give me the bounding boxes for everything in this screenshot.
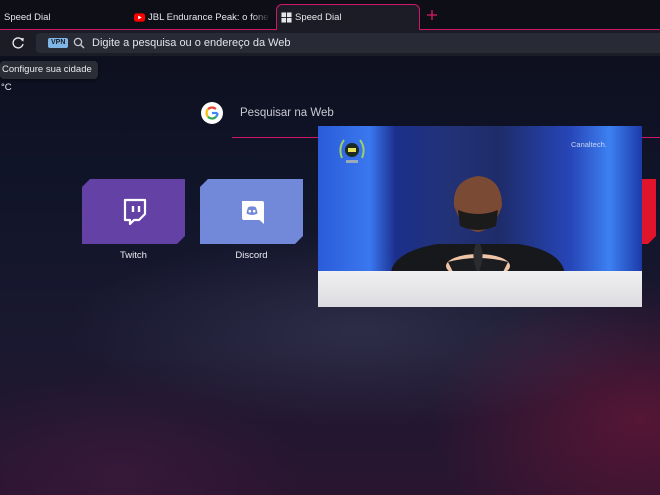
- tab-jbl-video[interactable]: JBL Endurance Peak: o fone de: [134, 4, 270, 30]
- address-bar[interactable]: VPN: [36, 33, 660, 53]
- video-popout[interactable]: Canaltech.: [318, 126, 642, 307]
- speed-dial-twitch[interactable]: [82, 179, 185, 244]
- plus-icon: [427, 10, 437, 20]
- tab-title: JBL Endurance Peak: o fone de: [148, 11, 270, 23]
- tab-title: Speed Dial: [295, 12, 342, 23]
- grid-icon: [281, 12, 292, 23]
- toolbar: VPN: [0, 30, 660, 56]
- reload-icon[interactable]: [10, 35, 26, 51]
- tab-speed-dial-active[interactable]: Speed Dial: [276, 4, 420, 30]
- vpn-badge[interactable]: VPN: [48, 38, 69, 48]
- discord-icon: [237, 197, 267, 227]
- desk-surface: [318, 271, 642, 307]
- youtube-icon: [134, 12, 145, 22]
- tab-title: Speed Dial: [4, 11, 51, 23]
- configure-city-button[interactable]: Configure sua cidade: [0, 61, 98, 79]
- award-badge-icon: [339, 139, 365, 163]
- google-logo: [205, 106, 219, 120]
- tab-strip: Speed Dial JBL Endurance Peak: o fone de…: [0, 0, 660, 30]
- speed-dial-partial-tile[interactable]: [641, 179, 656, 244]
- twitch-icon: [119, 197, 149, 227]
- temperature-unit: °C: [1, 82, 12, 93]
- web-search-input[interactable]: Pesquisar na Web: [240, 107, 334, 119]
- speed-dial-discord[interactable]: [200, 179, 303, 244]
- video-watermark: Canaltech.: [571, 140, 607, 149]
- speed-dial-label: Discord: [235, 250, 268, 261]
- google-icon[interactable]: [201, 102, 223, 124]
- address-input[interactable]: [92, 35, 512, 51]
- tab-speed-dial-1[interactable]: Speed Dial: [0, 4, 132, 30]
- speed-dial-label: Twitch: [120, 250, 147, 261]
- new-tab-button[interactable]: [424, 6, 440, 24]
- search-icon: [73, 37, 85, 49]
